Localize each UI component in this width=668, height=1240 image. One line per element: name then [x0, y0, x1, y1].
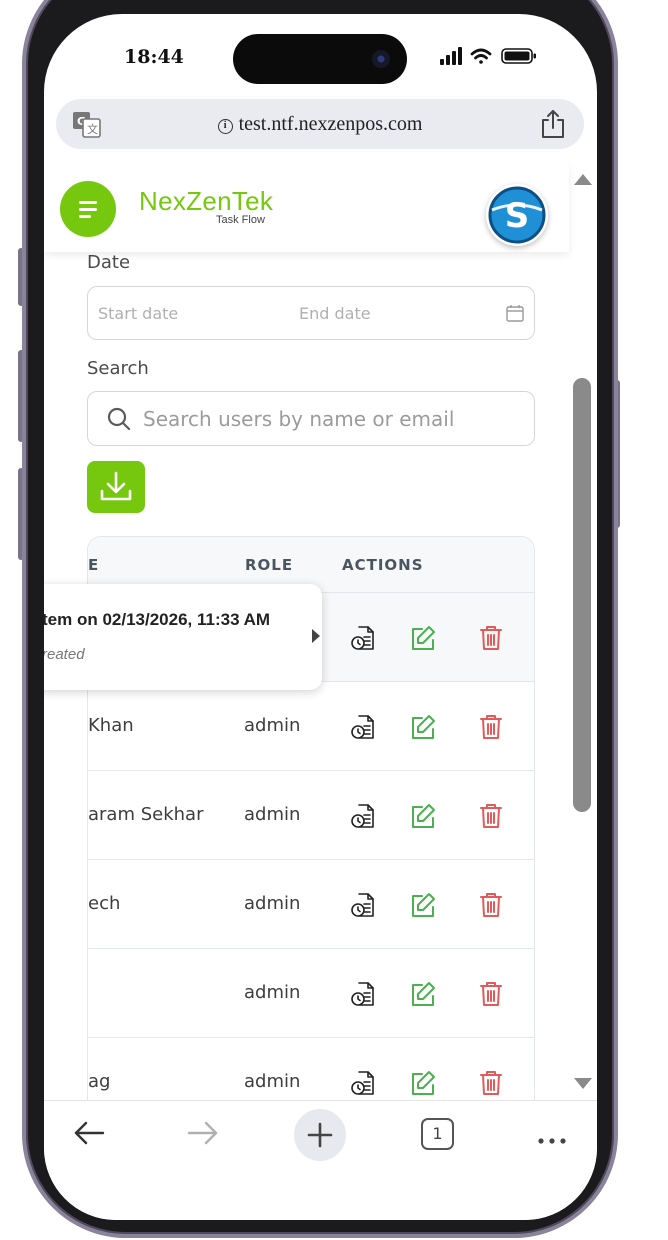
user-role-cell: admin — [244, 715, 301, 736]
menu-icon-line — [79, 215, 91, 218]
status-time: 18:44 — [124, 46, 184, 68]
tooltip-subtitle: reated — [44, 646, 85, 663]
user-name-cell: Khan — [88, 715, 134, 736]
tooltip-title: tem on 02/13/2026, 11:33 AM — [44, 610, 271, 629]
status-icons — [440, 46, 540, 70]
history-icon[interactable] — [350, 713, 376, 745]
end-date-input[interactable]: End date — [299, 304, 371, 323]
user-role-cell: admin — [244, 804, 301, 825]
avatar-letter: S — [505, 196, 530, 236]
edit-icon[interactable] — [409, 891, 437, 923]
col-header-name: E — [88, 556, 100, 574]
tooltip-arrow-icon — [312, 629, 320, 643]
menu-button[interactable] — [60, 181, 116, 237]
trash-icon[interactable] — [479, 802, 503, 834]
col-header-role: ROLE — [245, 556, 294, 574]
search-label: Search — [87, 358, 149, 379]
url-text: test.ntf.nexzenpos.com — [238, 113, 423, 135]
signal-icon — [440, 47, 462, 65]
edit-icon[interactable] — [409, 980, 437, 1012]
edit-icon[interactable] — [409, 1069, 437, 1100]
brand-logo: NexZenTek — [139, 186, 274, 216]
history-tooltip: tem on 02/13/2026, 11:33 AM reated — [44, 584, 322, 690]
start-date-input[interactable]: Start date — [98, 304, 178, 323]
more-icon[interactable] — [537, 1130, 567, 1149]
user-role-cell: admin — [244, 1071, 301, 1092]
history-icon[interactable] — [350, 802, 376, 834]
date-range-picker[interactable]: Start date End date — [87, 286, 535, 340]
search-field[interactable]: Search users by name or email — [87, 391, 535, 446]
battery-icon — [501, 48, 536, 64]
scroll-down-icon[interactable] — [574, 1078, 592, 1089]
trash-icon[interactable] — [479, 624, 503, 656]
history-icon[interactable] — [350, 891, 376, 923]
trash-icon[interactable] — [479, 891, 503, 923]
edit-icon[interactable] — [409, 802, 437, 834]
download-icon — [100, 471, 132, 501]
camera-icon — [372, 50, 390, 68]
browser-toolbar: 1 — [44, 1100, 597, 1220]
trash-icon[interactable] — [479, 713, 503, 745]
date-label: Date — [87, 252, 131, 273]
history-icon[interactable] — [350, 1069, 376, 1100]
user-avatar[interactable]: S — [486, 184, 548, 246]
user-role-cell: admin — [244, 893, 301, 914]
brand-tagline: Task Flow — [216, 214, 265, 226]
edit-icon[interactable] — [409, 713, 437, 745]
plus-icon — [307, 1122, 333, 1148]
download-button[interactable] — [87, 461, 145, 513]
user-name-cell: ag — [88, 1071, 111, 1092]
url-display[interactable]: i test.ntf.nexzenpos.com — [56, 113, 584, 136]
scroll-thumb[interactable] — [573, 378, 591, 812]
user-name-cell: ech — [88, 893, 121, 914]
menu-icon-line — [79, 208, 97, 211]
trash-icon[interactable] — [479, 980, 503, 1012]
table-row: ech admin — [88, 860, 534, 949]
table-row: admin — [88, 949, 534, 1038]
user-role-cell: admin — [244, 982, 301, 1003]
trash-icon[interactable] — [479, 1069, 503, 1100]
app-header: NexZenTek Task Flow S — [44, 164, 569, 252]
scrollbar[interactable] — [569, 164, 597, 1100]
address-bar[interactable]: G 文 i test.ntf.nexzenpos.com — [56, 99, 584, 149]
phone-screen: 18:44 G 文 i test.ntf.nexzenpos.com NexZe… — [44, 14, 597, 1220]
table-row: Khan admin — [88, 682, 534, 771]
history-icon[interactable] — [350, 980, 376, 1012]
menu-icon-line — [79, 201, 97, 204]
edit-icon[interactable] — [409, 624, 437, 656]
new-tab-button[interactable] — [294, 1109, 346, 1161]
dynamic-island — [233, 34, 407, 84]
scroll-up-icon[interactable] — [574, 174, 592, 185]
user-name-cell: aram Sekhar — [88, 804, 204, 825]
info-icon[interactable]: i — [217, 119, 233, 134]
calendar-icon[interactable] — [506, 304, 524, 326]
search-input[interactable]: Search users by name or email — [143, 407, 454, 431]
forward-icon[interactable] — [186, 1119, 220, 1151]
share-icon[interactable] — [540, 109, 566, 143]
col-header-actions: ACTIONS — [342, 556, 424, 574]
search-icon — [106, 406, 132, 436]
table-row: ag admin — [88, 1038, 534, 1100]
tab-switcher-button[interactable]: 1 — [421, 1118, 454, 1150]
table-row: aram Sekhar admin — [88, 771, 534, 860]
history-icon[interactable] — [350, 624, 376, 656]
web-content: NexZenTek Task Flow S Date Start date En… — [44, 164, 597, 1100]
back-icon[interactable] — [72, 1119, 106, 1151]
wifi-icon — [470, 48, 492, 64]
